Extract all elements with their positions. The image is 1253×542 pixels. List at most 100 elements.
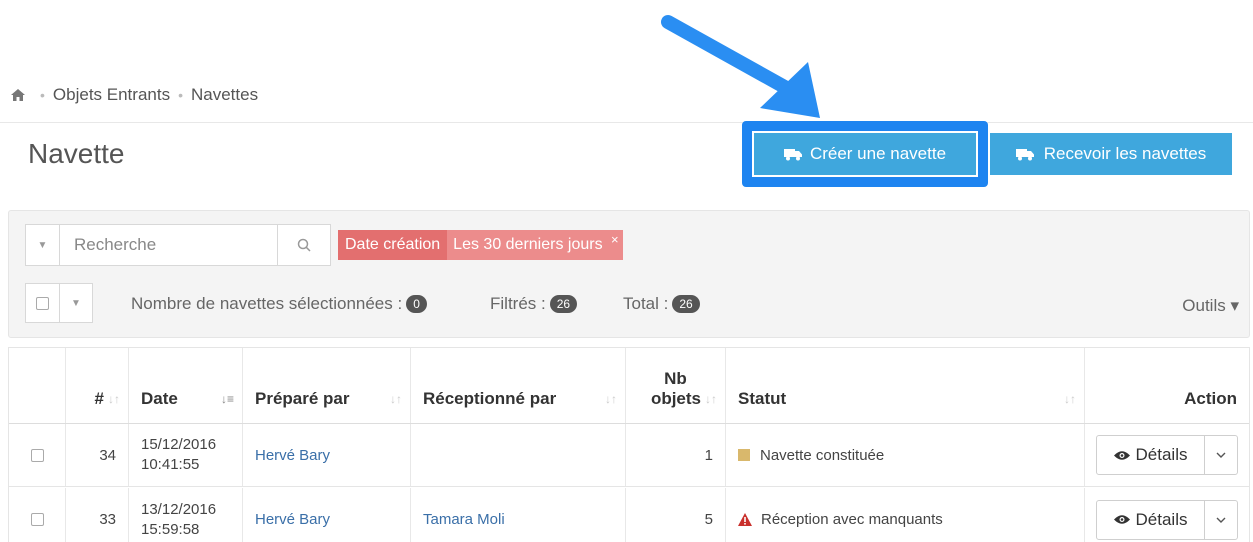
chevron-down-icon bbox=[1216, 517, 1226, 523]
breadcrumb-objets-entrants[interactable]: Objets Entrants bbox=[53, 85, 170, 105]
header-status[interactable]: Statut ↓↑ bbox=[726, 348, 1085, 423]
select-dropdown[interactable]: ▼ bbox=[60, 284, 92, 322]
eye-icon bbox=[1113, 515, 1130, 524]
filtered-count-badge: 26 bbox=[549, 295, 578, 313]
header-date-label: Date bbox=[141, 389, 178, 408]
row-action: Détails bbox=[1085, 424, 1249, 486]
row-nb-objects: 5 bbox=[626, 488, 726, 542]
row-nb-objects: 1 bbox=[626, 424, 726, 486]
total-label: Total : bbox=[623, 294, 669, 313]
header-num-label: # bbox=[94, 389, 104, 408]
receive-navettes-label: Recevoir les navettes bbox=[1043, 144, 1207, 163]
header-num[interactable]: # ↓↑ bbox=[66, 348, 129, 423]
details-label: Détails bbox=[1135, 445, 1188, 464]
breadcrumb-separator: • bbox=[40, 87, 45, 103]
navettes-table: # ↓↑ Date ↓≡ Préparé par ↓↑ Réceptionné … bbox=[8, 347, 1250, 542]
sort-icon: ↓↑ bbox=[705, 392, 717, 406]
prepared-by-link[interactable]: Hervé Bary bbox=[255, 447, 330, 464]
details-button-group: Détails bbox=[1096, 435, 1238, 475]
row-prepared-by[interactable]: Hervé Bary bbox=[243, 424, 411, 486]
filter-tag-value: Les 30 derniers jours × bbox=[447, 230, 623, 260]
search-input[interactable]: Recherche bbox=[60, 225, 278, 265]
row-action: Détails bbox=[1085, 488, 1249, 542]
filter-tag-value-text: Les 30 derniers jours bbox=[453, 236, 603, 253]
chevron-down-icon bbox=[1216, 452, 1226, 458]
truck-icon bbox=[783, 149, 802, 161]
header-date[interactable]: Date ↓≡ bbox=[129, 348, 243, 423]
search-button[interactable] bbox=[278, 225, 330, 265]
row-status: Réception avec manquants bbox=[726, 488, 1085, 542]
sort-icon: ↓↑ bbox=[390, 392, 402, 406]
sort-desc-icon: ↓≡ bbox=[220, 392, 234, 406]
truck-icon bbox=[1015, 149, 1034, 161]
row-checkbox[interactable] bbox=[30, 448, 44, 462]
breadcrumb-navettes[interactable]: Navettes bbox=[191, 85, 258, 105]
create-navette-button[interactable]: Créer une navette bbox=[752, 131, 978, 177]
filtered-label: Filtrés : bbox=[490, 294, 546, 313]
row-id: 33 bbox=[66, 488, 129, 542]
filter-panel: ▼ Recherche Date création Les 30 dernier… bbox=[8, 210, 1250, 338]
remove-filter-icon[interactable]: × bbox=[611, 232, 619, 247]
sort-icon: ↓↑ bbox=[108, 392, 120, 406]
prepared-by-link[interactable]: Hervé Bary bbox=[255, 511, 330, 528]
details-dropdown-toggle[interactable] bbox=[1205, 501, 1237, 539]
header-received-by-label: Réceptionné par bbox=[423, 389, 557, 408]
header-divider bbox=[0, 122, 1253, 123]
table-row[interactable]: 34 15/12/2016 10:41:55 Hervé Bary 1 Nave… bbox=[9, 424, 1249, 487]
search-group: ▼ Recherche bbox=[25, 224, 331, 266]
details-dropdown-toggle[interactable] bbox=[1205, 436, 1237, 474]
annotation-arrow bbox=[661, 15, 820, 118]
row-received-by[interactable]: Tamara Moli bbox=[411, 488, 626, 542]
row-select[interactable] bbox=[9, 488, 66, 542]
status-label: Réception avec manquants bbox=[761, 511, 943, 528]
row-select[interactable] bbox=[9, 424, 66, 486]
header-action-label: Action bbox=[1184, 389, 1237, 408]
home-icon[interactable] bbox=[10, 88, 26, 102]
details-label: Détails bbox=[1135, 509, 1188, 529]
row-prepared-by[interactable]: Hervé Bary bbox=[243, 488, 411, 542]
row-date: 15/12/2016 10:41:55 bbox=[129, 424, 243, 486]
header-prepared-by[interactable]: Préparé par ↓↑ bbox=[243, 348, 411, 423]
header-prepared-by-label: Préparé par bbox=[255, 389, 350, 408]
filtered-count-line: Filtrés : 26 bbox=[490, 294, 578, 314]
row-checkbox[interactable] bbox=[30, 513, 44, 526]
row-date-day: 13/12/2016 bbox=[141, 500, 217, 518]
row-date-time: 15:59:58 bbox=[141, 520, 200, 538]
header-select bbox=[9, 348, 66, 423]
details-button-group: Détails bbox=[1096, 499, 1238, 540]
breadcrumb: • Objets Entrants • Navettes bbox=[10, 84, 258, 106]
header-action: Action bbox=[1085, 348, 1249, 423]
row-date-day: 15/12/2016 bbox=[141, 436, 217, 453]
total-count-badge: 26 bbox=[672, 295, 700, 313]
search-icon bbox=[297, 238, 311, 252]
selected-count-badge: 0 bbox=[406, 295, 427, 313]
row-status: Navette constituée bbox=[726, 424, 1085, 486]
header-nb-label: Nb bbox=[664, 369, 687, 388]
row-received-by[interactable] bbox=[411, 424, 626, 486]
eye-icon bbox=[1113, 450, 1130, 460]
details-button[interactable]: Détails bbox=[1097, 500, 1205, 539]
receive-navettes-button[interactable]: Recevoir les navettes bbox=[990, 133, 1232, 175]
search-scope-dropdown[interactable]: ▼ bbox=[26, 225, 60, 265]
row-id: 34 bbox=[66, 424, 129, 486]
filter-tag-key: Date création bbox=[338, 230, 448, 260]
select-all-checkbox[interactable] bbox=[26, 284, 60, 322]
selected-count-line: Nombre de navettes sélectionnées : 0 bbox=[131, 294, 427, 314]
header-received-by[interactable]: Réceptionné par ↓↑ bbox=[411, 348, 626, 423]
selected-label: Nombre de navettes sélectionnées : bbox=[131, 294, 403, 313]
select-all-group: ▼ bbox=[25, 283, 93, 323]
date-filter-tag[interactable]: Date création Les 30 derniers jours × bbox=[338, 230, 623, 260]
header-status-label: Statut bbox=[738, 389, 787, 408]
warning-icon bbox=[738, 513, 752, 526]
tools-dropdown[interactable]: Outils ▾ bbox=[1182, 296, 1239, 316]
status-label: Navette constituée bbox=[760, 446, 885, 464]
received-by-link[interactable]: Tamara Moli bbox=[423, 511, 505, 528]
sort-icon: ↓↑ bbox=[1064, 392, 1076, 406]
table-row[interactable]: 33 13/12/2016 15:59:58 Hervé Bary Tamara… bbox=[9, 488, 1249, 542]
header-nb-objects[interactable]: Nb objets ↓↑ bbox=[626, 348, 726, 423]
row-date: 13/12/2016 15:59:58 bbox=[129, 488, 243, 542]
page-title: Navette bbox=[28, 138, 125, 169]
details-button[interactable]: Détails bbox=[1097, 436, 1205, 474]
square-icon bbox=[738, 449, 750, 461]
total-count-line: Total : 26 bbox=[623, 294, 700, 314]
